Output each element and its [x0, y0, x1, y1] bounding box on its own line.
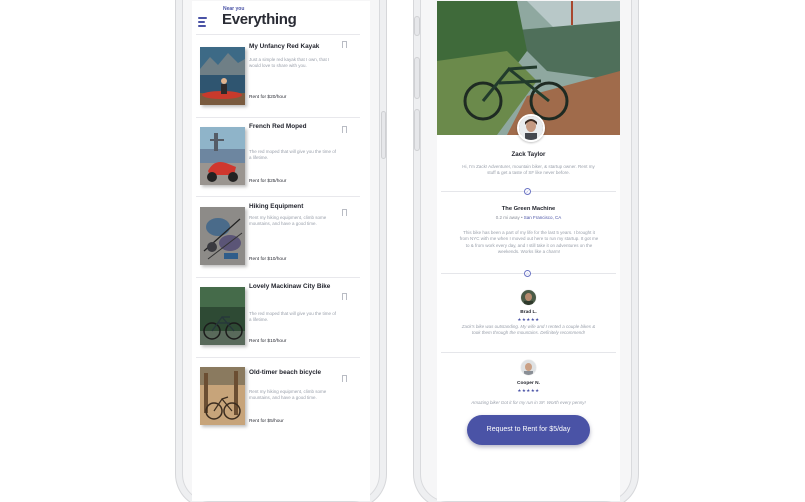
item-description: Rent my hiking equipment, climb some mou…: [249, 215, 327, 227]
list-item[interactable]: Old-timer beach bicycle Rent my hiking e…: [192, 357, 370, 433]
reviewer-name: Brad L.: [520, 310, 537, 315]
owner-bio: Hi, I'm Zack! Adventurer, mountain biker…: [462, 164, 595, 176]
list-item[interactable]: My Unfancy Red Kayak Just a simple red k…: [192, 37, 370, 113]
bookmark-icon[interactable]: [342, 41, 347, 50]
item-price: Rent for $10/hour: [249, 339, 287, 344]
item-description: Rent my hiking equipment, climb some mou…: [249, 389, 327, 401]
hiking-gear-thumbnail: [200, 207, 245, 265]
rating-stars: ★★★★★: [517, 317, 540, 322]
detail-screen: Zack Taylor Hi, I'm Zack! Adventurer, mo…: [437, 1, 620, 501]
reviewer-name: Cooper N.: [517, 381, 540, 386]
kayak-thumbnail: [200, 47, 245, 105]
divider: [441, 352, 616, 353]
list-item[interactable]: Lovely Mackinaw City Bike The red moped …: [192, 277, 370, 353]
list-item[interactable]: Hiking Equipment Rent my hiking equipmen…: [192, 197, 370, 273]
bookmark-icon[interactable]: [342, 293, 347, 302]
bookmark-icon[interactable]: [342, 126, 347, 135]
item-description: Just a simple red kayak that I own, that…: [249, 57, 330, 69]
item-description: The red moped that will give you the tim…: [249, 311, 337, 323]
listing-screen: Near you Everything My Unfancy Red Kayak…: [192, 1, 370, 501]
item-name: Old-timer beach bicycle: [249, 369, 322, 376]
item-price: Rent for $10/hour: [249, 257, 287, 262]
owner-name: Zack Taylor: [511, 151, 546, 158]
volume-button: [381, 111, 386, 159]
item-distance: 0.2 mi away •: [495, 215, 523, 220]
phone-frame-left: Near you Everything My Unfancy Red Kayak…: [182, 0, 386, 502]
item-name: Hiking Equipment: [249, 203, 304, 210]
item-name: Lovely Mackinaw City Bike: [249, 283, 331, 290]
divider: [196, 34, 360, 35]
reviewer-avatar[interactable]: [521, 360, 536, 375]
rating-stars: ★★★★★: [517, 388, 540, 393]
volume-down-button: [414, 109, 420, 151]
bookmark-icon[interactable]: [342, 375, 347, 384]
bookmark-icon[interactable]: [342, 209, 347, 218]
request-to-rent-button[interactable]: Request to Rent for $5/day: [467, 415, 590, 445]
moped-thumbnail: [200, 127, 245, 185]
item-description: The red moped that will give you the tim…: [249, 149, 337, 161]
city-bike-thumbnail: [200, 287, 245, 345]
item-price: Rent for $25/hour: [249, 179, 287, 184]
item-price: Rent for $5/hour: [249, 419, 284, 424]
beach-bicycle-thumbnail: [200, 367, 245, 425]
check-icon: ✓: [524, 188, 531, 195]
list-item[interactable]: French Red Moped The red moped that will…: [192, 117, 370, 193]
review-text: Amazing bike! Got it for my run in SF. W…: [471, 400, 586, 405]
review-text: Zack's bike was outstanding. My wife and…: [461, 324, 596, 336]
item-name: My Unfancy Red Kayak: [249, 43, 320, 50]
item-title: The Green Machine: [501, 206, 556, 212]
phone-frame-right: Zack Taylor Hi, I'm Zack! Adventurer, mo…: [414, 0, 632, 502]
item-story: This bike has been a part of my life for…: [459, 230, 599, 255]
owner-avatar[interactable]: [517, 114, 545, 142]
volume-up-button: [414, 57, 420, 99]
item-price: Rent for $20/hour: [249, 95, 287, 100]
item-location: 0.2 mi away • San Francisco, CA: [437, 215, 620, 220]
reviewer-avatar[interactable]: [521, 290, 536, 305]
item-city-link[interactable]: San Francisco, CA: [524, 215, 562, 220]
mute-switch: [414, 16, 420, 36]
item-name: French Red Moped: [249, 123, 307, 130]
page-title: Everything: [222, 11, 297, 28]
menu-icon[interactable]: [198, 17, 207, 29]
star-icon: ☆: [524, 270, 531, 277]
